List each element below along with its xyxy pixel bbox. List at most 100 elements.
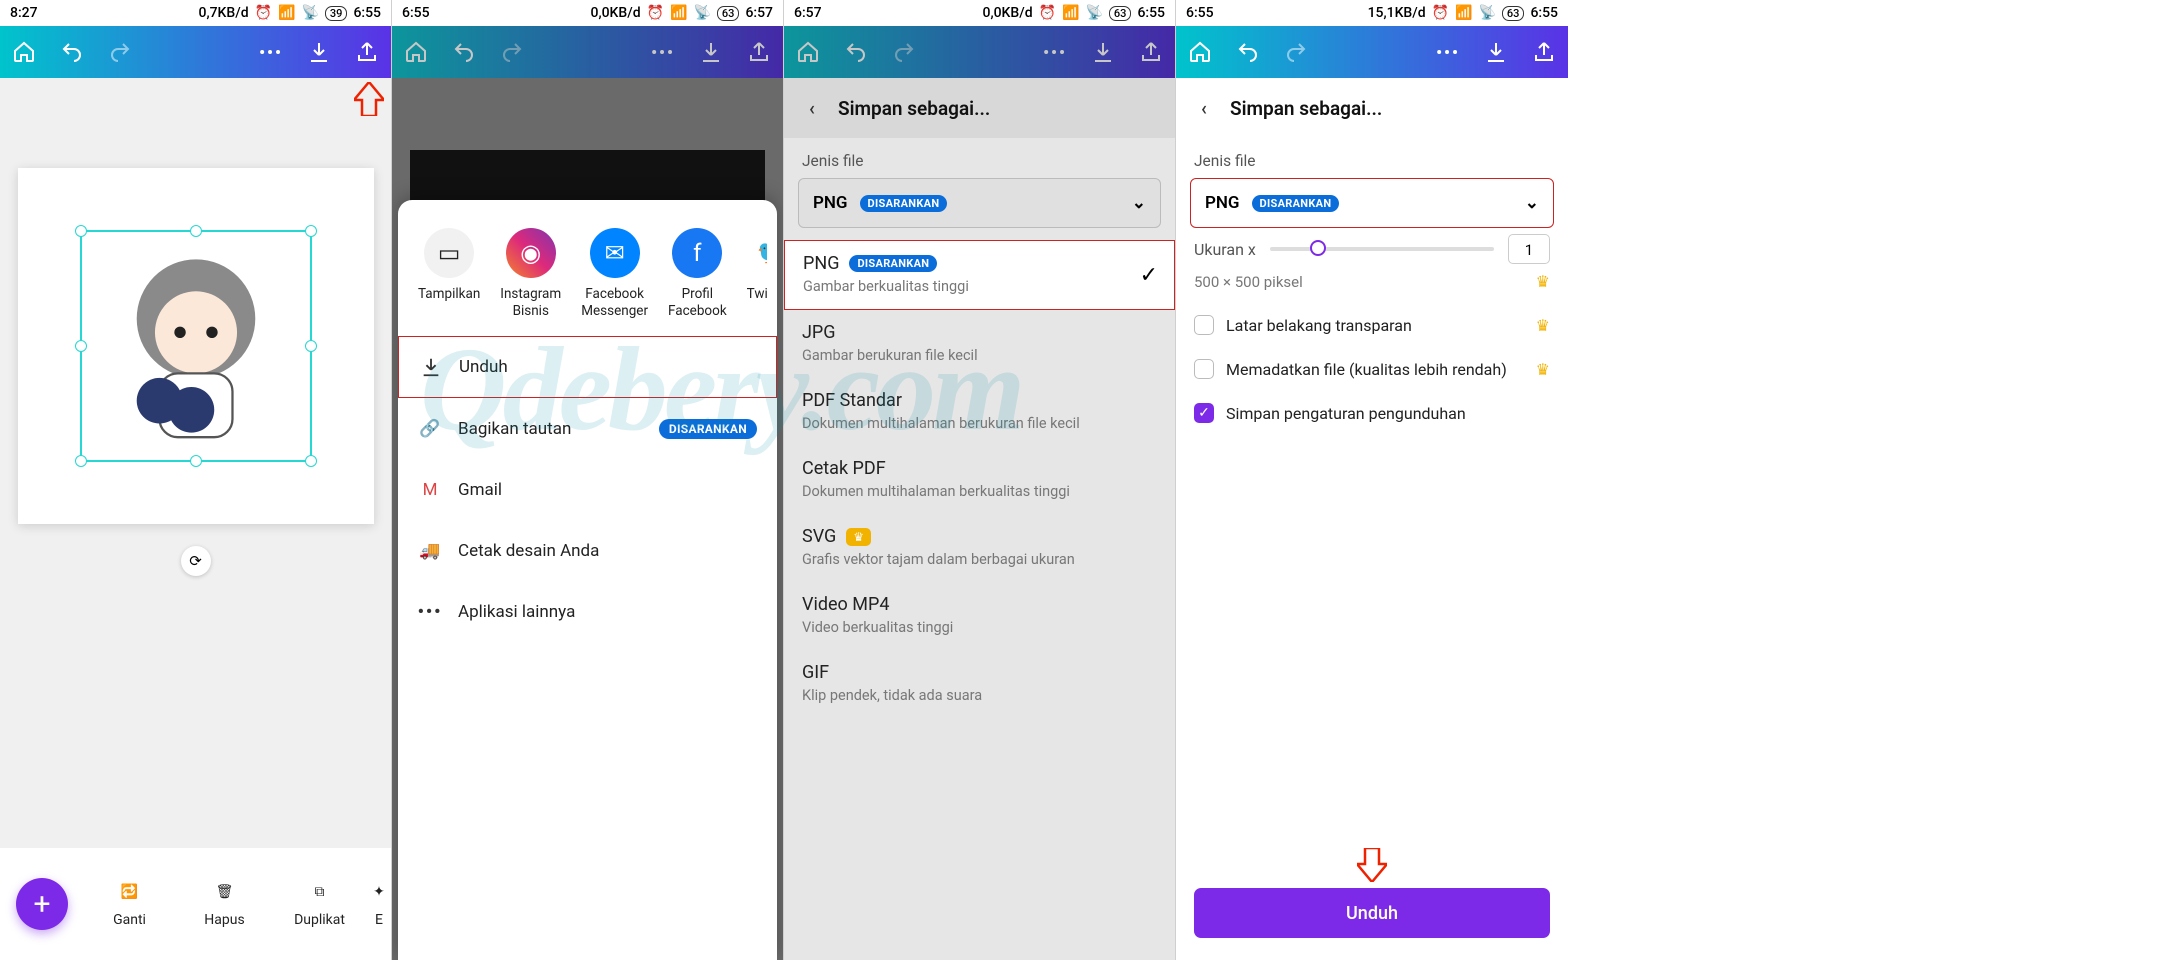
panel: ‹ Simpan sebagai... Jenis file PNG DISAR… [784, 78, 1175, 960]
item-cetak[interactable]: 🚚 Cetak desain Anda [398, 520, 777, 581]
more-icon[interactable]: ••• [259, 40, 283, 64]
status-clock2: 6:55 [353, 5, 381, 21]
section-label: Jenis file [784, 138, 1175, 178]
redo-icon [892, 40, 916, 64]
share-icon[interactable] [1532, 40, 1556, 64]
screen-download-settings: 6:55 15,1KB/d ⏰📶📡 63 6:55 ••• ‹ Simpan s… [1176, 0, 1568, 960]
home-icon[interactable] [1188, 40, 1212, 64]
item-gmail[interactable]: M Gmail [398, 459, 777, 520]
option-gif[interactable]: GIFKlip pendek, tidak ada suara [784, 650, 1175, 718]
chevron-down-icon: ⌄ [1525, 193, 1539, 213]
twitter-icon: 🐦 [747, 228, 767, 278]
screen-share-sheet: 6:55 0,0KB/d ⏰📶📡 63 6:57 ••• [392, 0, 784, 960]
home-icon[interactable] [12, 40, 36, 64]
messenger-icon: ✉ [590, 228, 640, 278]
badge-disarankan: DISARANKAN [659, 419, 757, 439]
share-icon [747, 40, 771, 64]
download-button[interactable]: Unduh [1194, 888, 1550, 938]
item-lainnya[interactable]: ••• Aplikasi lainnya [398, 581, 777, 642]
panel-header: ‹ Simpan sebagai... [784, 78, 1175, 138]
app-bar: ••• [784, 26, 1175, 78]
download-icon [699, 40, 723, 64]
undo-icon [844, 40, 868, 64]
option-svg[interactable]: SVG♛Grafis vektor tajam dalam berbagai u… [784, 514, 1175, 582]
artboard[interactable] [18, 168, 374, 524]
panel-header: ‹ Simpan sebagai... [1176, 78, 1568, 138]
status-time: 6:55 [402, 5, 430, 21]
share-twitter[interactable]: 🐦Twitte [747, 228, 767, 320]
status-bar: 6:57 0,0KB/d ⏰📶📡 63 6:55 [784, 0, 1175, 26]
checkbox-icon [1194, 315, 1214, 335]
option-pdf-standar[interactable]: PDF StandarDokumen multihalaman berukura… [784, 378, 1175, 446]
checkbox-transparent[interactable]: Latar belakang transparan ♛ [1176, 303, 1568, 347]
toolbar-ganti[interactable]: 🔁Ganti [82, 880, 177, 928]
more-icon: ••• [418, 600, 442, 624]
undo-icon[interactable] [60, 40, 84, 64]
toolbar-hapus[interactable]: 🗑Hapus [177, 880, 272, 928]
more-icon[interactable]: ••• [1436, 40, 1460, 64]
share-tampilkan[interactable]: ▭Tampilkan [418, 228, 480, 320]
share-messenger[interactable]: ✉Facebook Messenger [581, 228, 648, 320]
share-row[interactable]: ▭Tampilkan ◉Instagram Bisnis ✉Facebook M… [398, 218, 777, 336]
rotate-button[interactable]: ⟳ [181, 546, 211, 576]
checkbox-save-settings[interactable]: ✓ Simpan pengaturan pengunduhan [1176, 391, 1568, 435]
option-jpg[interactable]: JPGGambar berukuran file kecil [784, 310, 1175, 378]
slider-thumb[interactable] [1310, 240, 1326, 256]
home-icon [796, 40, 820, 64]
present-icon: ▭ [424, 228, 474, 278]
item-unduh[interactable]: Unduh [398, 336, 777, 398]
facebook-icon: f [672, 228, 722, 278]
size-value[interactable]: 1 [1508, 234, 1550, 264]
option-png[interactable]: PNGDISARANKAN Gambar berkualitas tinggi … [784, 240, 1175, 310]
wifi-icon: 📡 [301, 5, 318, 21]
redo-icon[interactable] [1284, 40, 1308, 64]
size-label: Ukuran x [1194, 240, 1256, 259]
download-icon [1091, 40, 1115, 64]
app-bar: ••• [392, 26, 783, 78]
signal-icon: 📶 [278, 5, 295, 21]
size-slider[interactable] [1270, 247, 1494, 251]
check-icon: ✓ [1140, 263, 1158, 288]
share-facebook[interactable]: fProfil Facebook [668, 228, 727, 320]
gmail-icon: M [418, 478, 442, 502]
back-icon[interactable]: ‹ [800, 96, 824, 120]
panel-title: Simpan sebagai... [1230, 97, 1382, 120]
status-net: 0,7KB/d [199, 5, 249, 21]
download-icon[interactable] [1484, 40, 1508, 64]
fab-add[interactable]: + [16, 878, 68, 930]
home-icon [404, 40, 428, 64]
battery-icon: 39 [325, 6, 348, 21]
toolbar-duplikat[interactable]: ⧉Duplikat [272, 880, 367, 928]
redo-icon[interactable] [108, 40, 132, 64]
share-instagram[interactable]: ◉Instagram Bisnis [500, 228, 561, 320]
option-cetak-pdf[interactable]: Cetak PDFDokumen multihalaman berkualita… [784, 446, 1175, 514]
crown-icon: ♛ [1536, 272, 1550, 291]
panel: ‹ Simpan sebagai... Jenis file PNG DISAR… [1176, 78, 1568, 960]
share-icon[interactable] [355, 40, 379, 64]
status-bar: 8:27 0,7KB/d ⏰ 📶 📡 39 6:55 [0, 0, 391, 26]
share-sheet: ▭Tampilkan ◉Instagram Bisnis ✉Facebook M… [398, 200, 777, 960]
undo-icon[interactable] [1236, 40, 1260, 64]
canvas-area[interactable]: ⟳ [0, 78, 391, 848]
filetype-dropdown[interactable]: PNG DISARANKAN ⌄ [798, 178, 1161, 228]
annotation-arrow [1357, 848, 1387, 882]
item-bagikan[interactable]: 🔗 Bagikan tautan DISARANKAN [398, 398, 777, 459]
crown-icon: ♛ [1536, 360, 1550, 379]
filetype-dropdown[interactable]: PNG DISARANKAN ⌄ [1190, 178, 1554, 228]
crown-icon: ♛ [846, 528, 871, 546]
checkbox-icon [1194, 359, 1214, 379]
screen-filetype-picker: 6:57 0,0KB/d ⏰📶📡 63 6:55 ••• ‹ Simpan se… [784, 0, 1176, 960]
selection-box[interactable] [80, 230, 312, 462]
link-icon: 🔗 [418, 417, 442, 441]
toolbar-more[interactable]: ✦E [367, 880, 391, 928]
app-bar: ••• [1176, 26, 1568, 78]
download-icon[interactable] [307, 40, 331, 64]
chevron-down-icon: ⌄ [1132, 193, 1146, 213]
checkbox-compress[interactable]: Memadatkan file (kualitas lebih rendah) … [1176, 347, 1568, 391]
screen-editor: 8:27 0,7KB/d ⏰ 📶 📡 39 6:55 ••• [0, 0, 392, 960]
back-icon[interactable]: ‹ [1192, 96, 1216, 120]
image-placeholder [82, 232, 310, 460]
redo-icon [500, 40, 524, 64]
option-mp4[interactable]: Video MP4Video berkualitas tinggi [784, 582, 1175, 650]
more-icon: ••• [1043, 40, 1067, 64]
